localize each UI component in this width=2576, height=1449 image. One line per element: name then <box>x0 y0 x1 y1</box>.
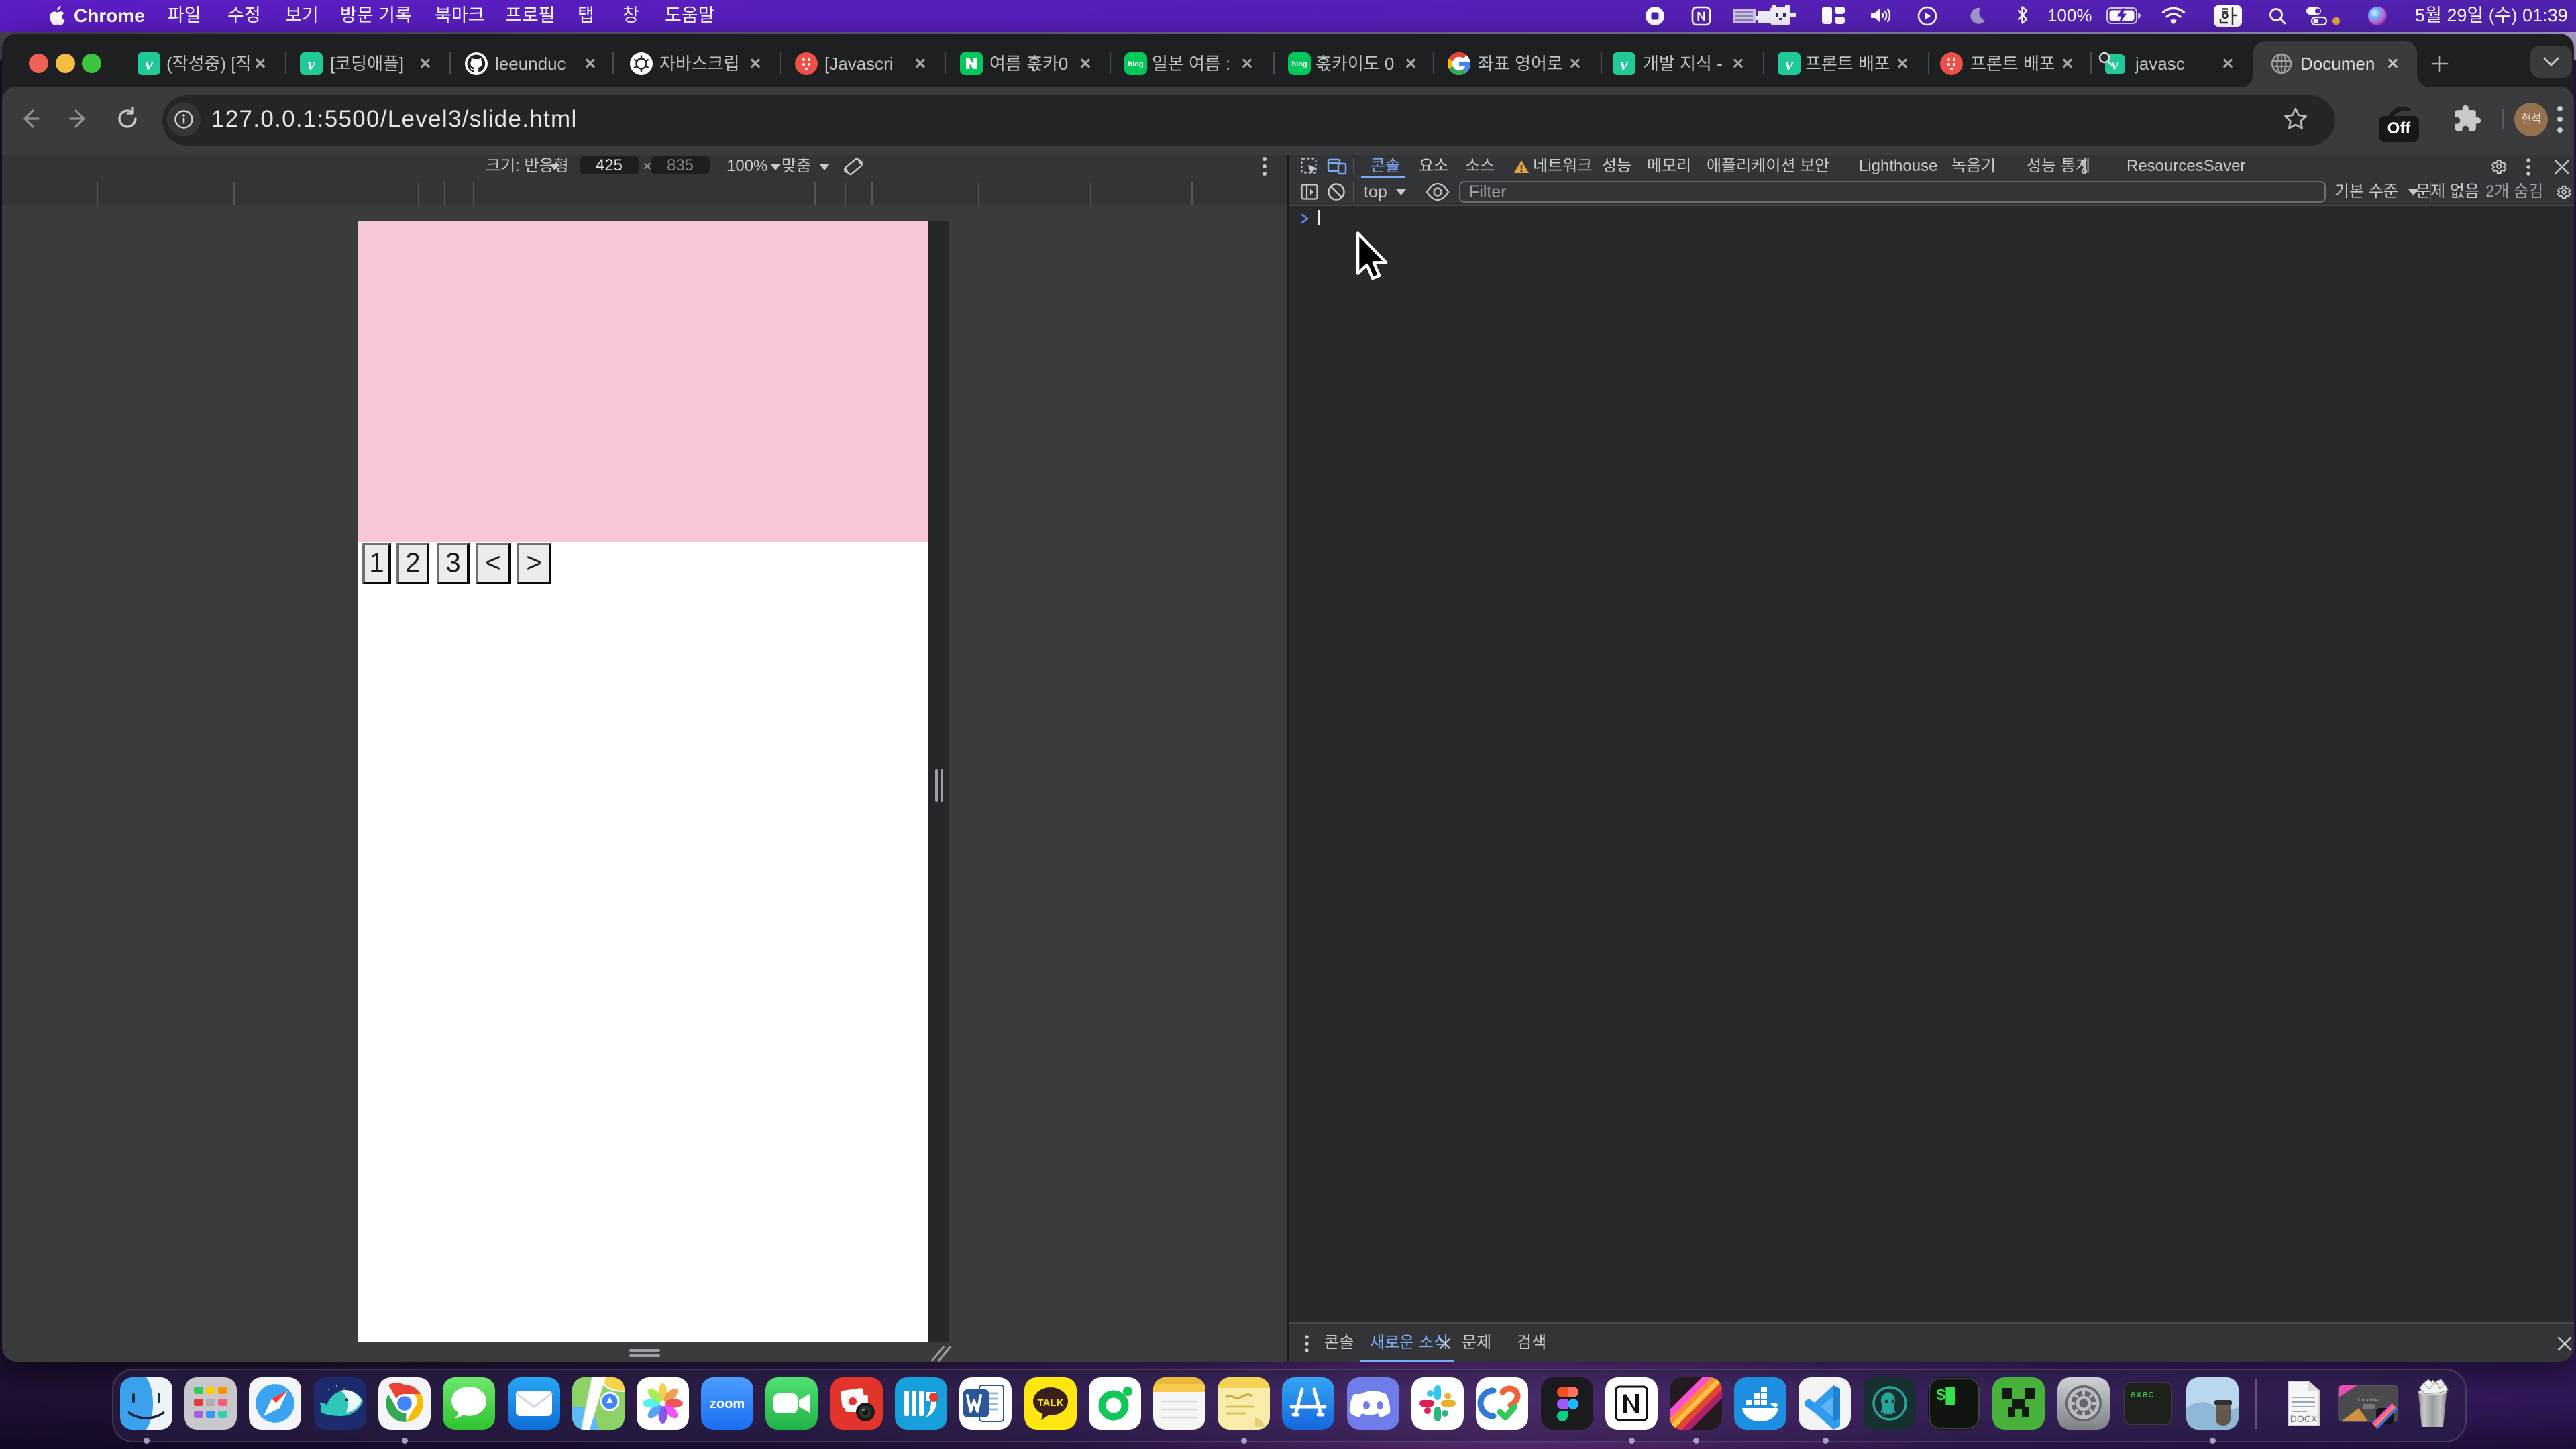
svg-text:blog: blog <box>1291 60 1307 68</box>
svg-text:v: v <box>145 54 153 74</box>
svg-text:v: v <box>1620 54 1628 74</box>
svg-text:Drop a Video: Drop a Video <box>2357 1399 2381 1403</box>
svg-text:$█: $█ <box>1936 1387 1955 1405</box>
svg-text:exec: exec <box>2130 1389 2154 1401</box>
svg-text:TALK: TALK <box>1038 1397 1064 1409</box>
svg-text:v: v <box>1785 54 1793 74</box>
svg-text:DOCX: DOCX <box>2290 1413 2318 1424</box>
svg-text:blog: blog <box>1128 60 1143 68</box>
svg-text:v: v <box>307 54 315 74</box>
svg-text:zoom: zoom <box>710 1397 745 1411</box>
